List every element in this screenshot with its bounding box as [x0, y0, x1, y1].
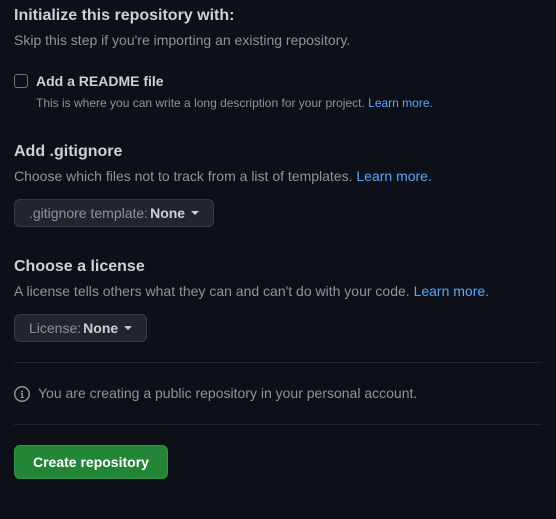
- license-desc-text: A license tells others what they can and…: [14, 283, 414, 299]
- license-learn-more-link[interactable]: Learn more.: [414, 283, 489, 299]
- license-dropdown-value: None: [83, 320, 118, 336]
- gitignore-section: Add .gitignore Choose which files not to…: [14, 140, 542, 227]
- initialize-sub: Skip this step if you're importing an ex…: [14, 30, 542, 51]
- info-text: You are creating a public repository in …: [38, 383, 417, 404]
- license-desc: A license tells others what they can and…: [14, 281, 542, 302]
- readme-option: Add a README file This is where you can …: [14, 71, 542, 112]
- license-dropdown[interactable]: License: None: [14, 314, 147, 342]
- initialize-heading: Initialize this repository with:: [14, 4, 542, 28]
- readme-desc-text: This is where you can write a long descr…: [36, 96, 368, 110]
- chevron-down-icon: [191, 211, 199, 215]
- info-icon: [14, 386, 30, 402]
- create-repository-button[interactable]: Create repository: [14, 445, 168, 479]
- license-section: Choose a license A license tells others …: [14, 255, 542, 342]
- license-dropdown-prefix: License:: [29, 320, 81, 336]
- readme-checkbox[interactable]: [14, 74, 28, 88]
- readme-desc: This is where you can write a long descr…: [36, 94, 433, 112]
- gitignore-dropdown-value: None: [150, 205, 185, 221]
- chevron-down-icon: [124, 326, 132, 330]
- divider: [14, 424, 542, 425]
- gitignore-heading: Add .gitignore: [14, 140, 542, 164]
- readme-label[interactable]: Add a README file: [36, 71, 433, 92]
- gitignore-desc-text: Choose which files not to track from a l…: [14, 168, 356, 184]
- divider: [14, 362, 542, 363]
- gitignore-learn-more-link[interactable]: Learn more.: [356, 168, 431, 184]
- gitignore-dropdown-prefix: .gitignore template:: [29, 205, 148, 221]
- license-heading: Choose a license: [14, 255, 542, 279]
- initialize-section: Initialize this repository with: Skip th…: [14, 4, 542, 51]
- gitignore-desc: Choose which files not to track from a l…: [14, 166, 542, 187]
- info-banner: You are creating a public repository in …: [14, 383, 542, 404]
- gitignore-dropdown[interactable]: .gitignore template: None: [14, 199, 214, 227]
- readme-learn-more-link[interactable]: Learn more.: [368, 96, 433, 110]
